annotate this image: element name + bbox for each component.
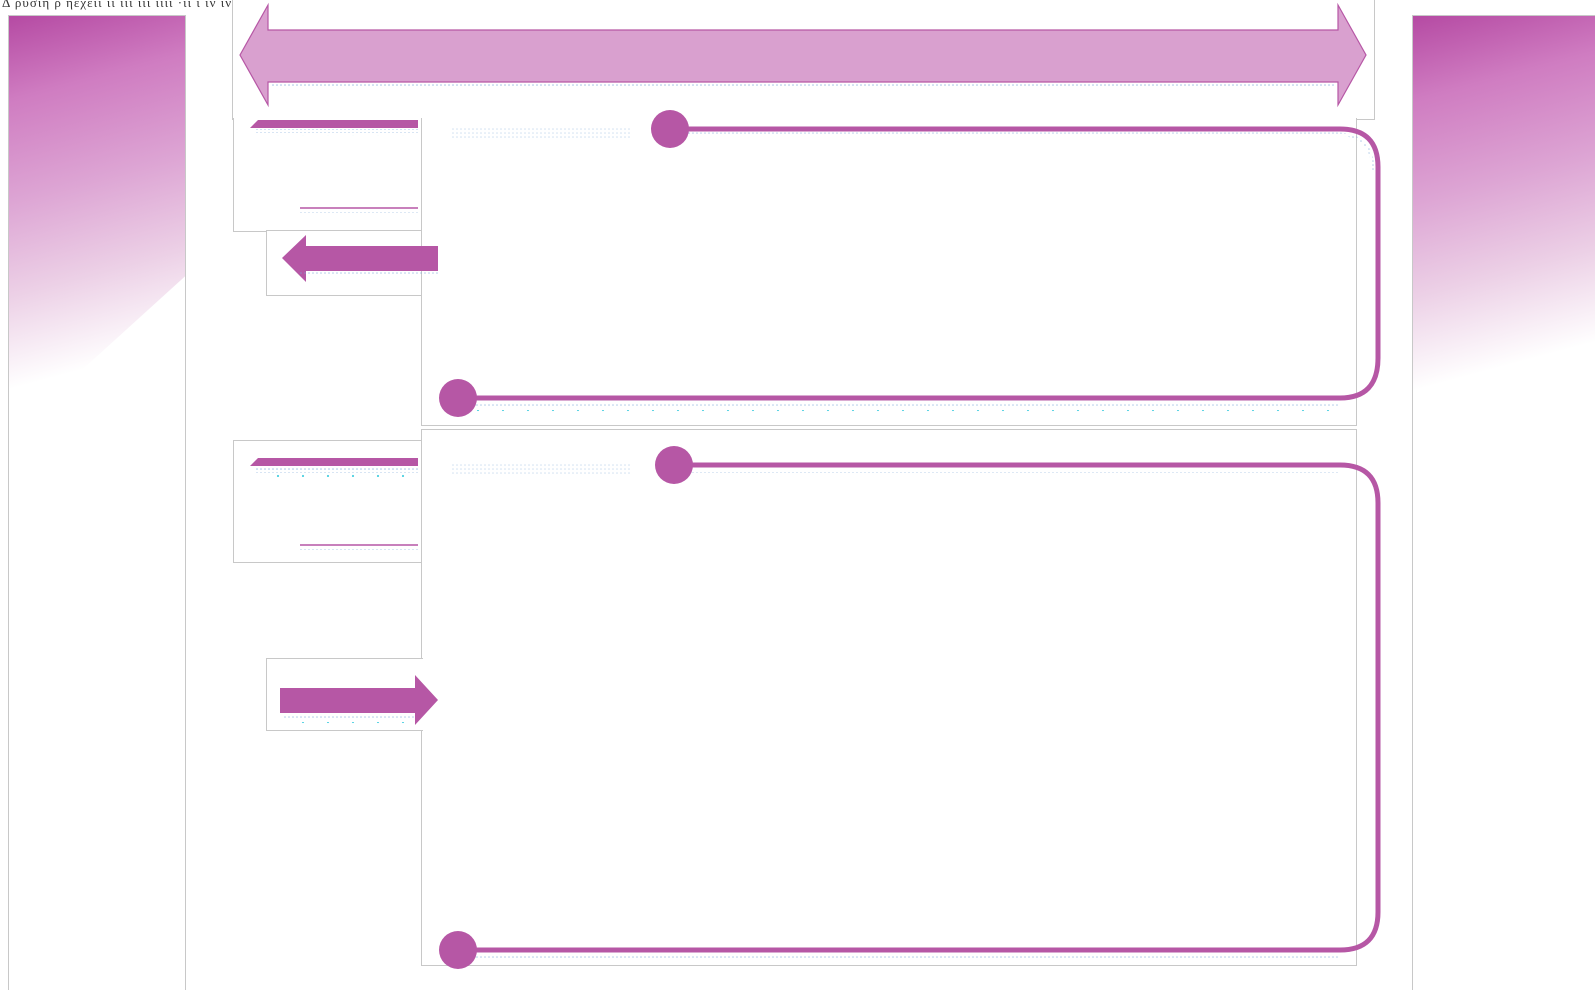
double-arrow-banner — [239, 2, 1367, 108]
step-2-faded-caption — [452, 462, 632, 474]
step-1-end-node — [439, 379, 477, 417]
right-arrow-icon — [280, 675, 438, 725]
step-2-end-node — [439, 931, 477, 969]
step-1-connector — [439, 110, 1381, 417]
step-1-start-node — [651, 110, 689, 148]
step-1-title-bar — [250, 120, 418, 138]
left-arrow-icon — [282, 235, 438, 282]
process-diagram — [239, 2, 1381, 969]
step-2-underline — [300, 544, 418, 552]
step-1-faded-caption — [452, 128, 632, 140]
step-2-start-node — [655, 446, 693, 484]
step-2-connector — [439, 446, 1381, 969]
step-1-underline — [300, 207, 418, 213]
step-2-title-bar — [250, 458, 418, 477]
